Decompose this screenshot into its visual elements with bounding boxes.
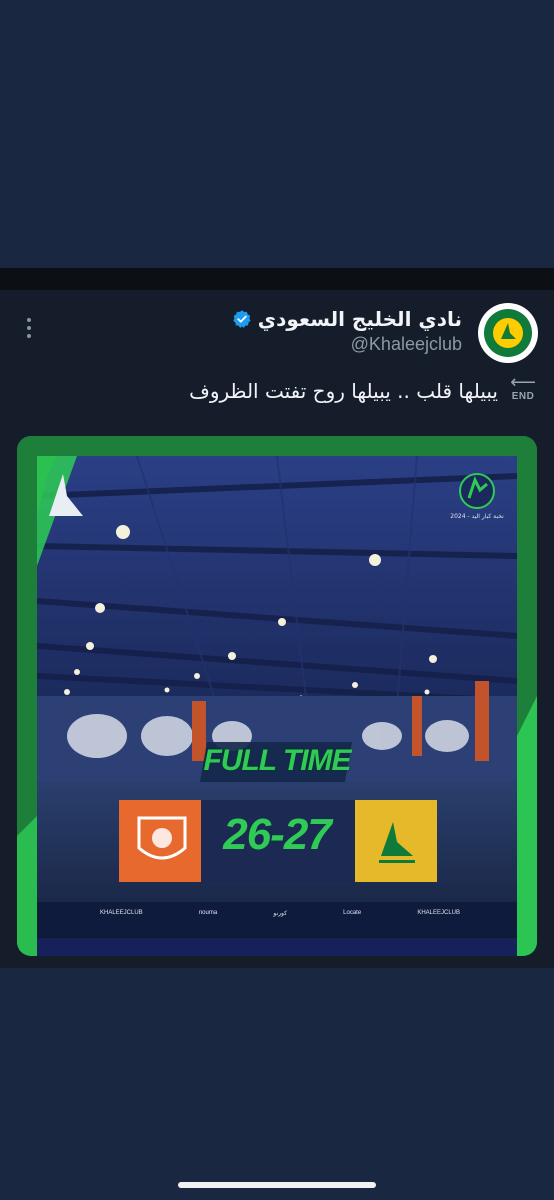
end-emoji-label: END [511,391,535,402]
top-empty-area [0,0,554,268]
footer-item: Locate [343,910,362,916]
tweet-text-row: يبيلها قلب .. يبيلها روح تفتت الظروف ⟵ E… [189,372,538,407]
display-name[interactable]: نادي الخليج السعودي [258,307,462,331]
footer-item: KHALEEJCLUB [417,910,460,916]
footer-item: nouma [198,910,218,916]
avatar[interactable] [478,303,538,363]
season-label: نخبة كبار اليد - 2024 [450,513,504,520]
media-footer-sponsors: KHALEEJCLUB nouma كورنو Locate KHALEEJCL… [100,905,460,921]
user-handle[interactable]: @Khaleejclub [351,334,462,355]
bottom-empty-area [0,968,554,1200]
match-score: 26-27 [223,810,332,859]
home-indicator[interactable] [178,1182,376,1188]
khaleej-club-logo-icon [484,309,532,357]
more-options-icon[interactable] [22,316,36,340]
footer-item: KHALEEJCLUB [100,910,143,916]
end-arrow-emoji-icon: ⟵ END [510,372,536,403]
footer-item: كورنو [273,910,287,917]
top-divider [0,268,554,290]
display-name-row[interactable]: نادي الخليج السعودي [232,306,462,332]
full-time-headline: FULL TIME [203,744,351,777]
tweet-text: يبيلها قلب .. يبيلها روح تفتت الظروف [189,379,498,403]
verified-badge-icon [233,310,251,328]
